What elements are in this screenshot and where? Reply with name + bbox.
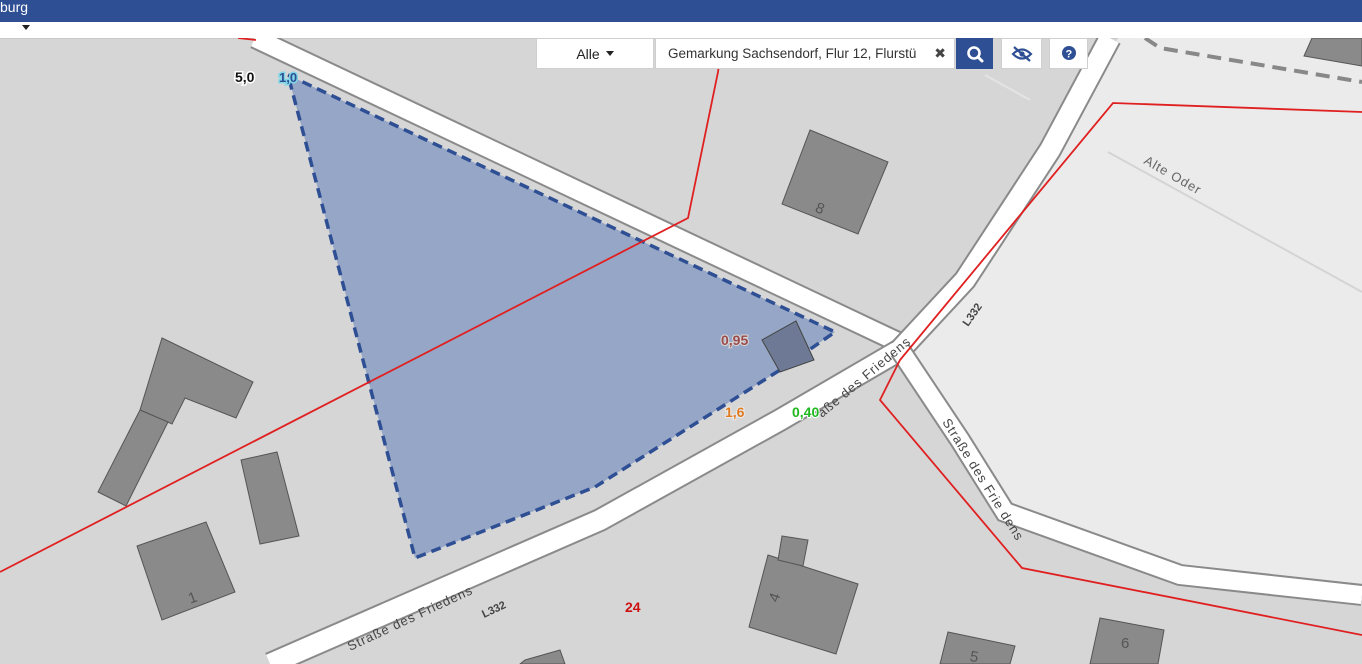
search-button[interactable]	[956, 38, 993, 69]
dist-label-b: 1,6	[725, 404, 745, 420]
question-circle-icon: ?	[1062, 46, 1076, 61]
search-icon	[967, 46, 984, 63]
dist-label-marker: 1,0	[279, 70, 297, 85]
building-4-annex[interactable]	[777, 535, 809, 567]
parcel-number: 24	[625, 599, 641, 615]
filter-dropdown-label: Alle	[576, 45, 600, 62]
building-small[interactable]	[240, 451, 300, 545]
street-label-l332-lower: L332	[480, 599, 508, 620]
search-input[interactable]	[656, 45, 936, 62]
dist-label-a: 0,95	[721, 332, 748, 348]
dist-label-c: 0,40	[792, 404, 819, 420]
dist-label-top: 5,0	[235, 69, 255, 85]
building-1[interactable]	[136, 521, 236, 621]
sub-bar	[0, 22, 1362, 39]
map-canvas[interactable]: 8 1 4 5 6 Straße des Friedens aße des Fr…	[0, 38, 1362, 664]
house-number-6: 6	[1121, 635, 1129, 652]
filter-dropdown[interactable]: Alle	[536, 38, 654, 69]
building-4[interactable]	[748, 554, 859, 655]
menu-caret-icon[interactable]	[22, 25, 30, 30]
parcel-boundary-c	[237, 38, 257, 41]
close-icon[interactable]: ✖	[934, 45, 946, 62]
path-line	[984, 74, 1031, 101]
caret-down-icon	[605, 51, 614, 56]
building-l[interactable]	[139, 337, 254, 425]
app-title: burg	[0, 0, 29, 15]
search-box[interactable]: ✖	[655, 38, 955, 69]
building-bottom[interactable]	[519, 649, 566, 664]
svg-text:?: ?	[1066, 49, 1073, 61]
street-label-friedens-mid: aße des Friedens	[814, 333, 913, 420]
building-8[interactable]	[781, 129, 889, 235]
top-bar: burg	[0, 0, 1362, 22]
help-button[interactable]: ?	[1049, 38, 1088, 69]
toggle-visibility-button[interactable]	[1001, 38, 1042, 69]
selected-parcel[interactable]	[285, 71, 839, 561]
eye-slash-icon	[1011, 46, 1033, 62]
